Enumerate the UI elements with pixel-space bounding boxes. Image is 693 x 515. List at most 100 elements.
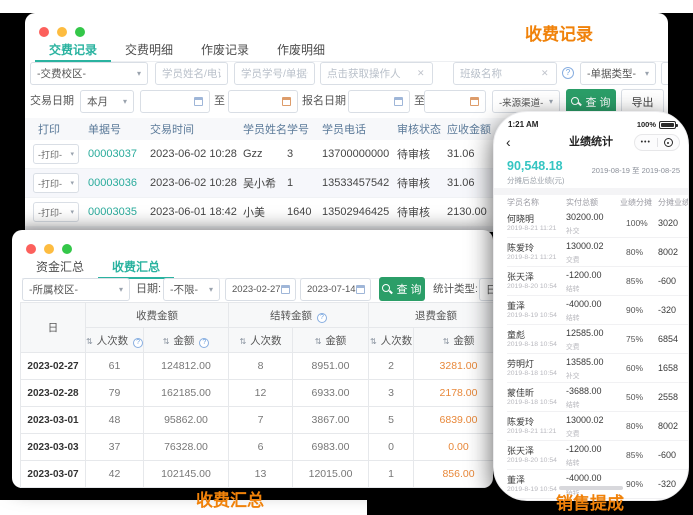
annotation-payment-records: 收费记录	[525, 20, 593, 45]
date-from-input[interactable]: 2023-02-27	[225, 278, 296, 301]
stat-type-select[interactable]: 日	[479, 278, 493, 301]
group-header-refund: 退费金额	[369, 303, 493, 328]
chevron-down-icon: ▾	[545, 97, 553, 106]
battery-percent: 100%	[637, 120, 656, 129]
campus-select[interactable]: -交费校区- ▾	[30, 62, 148, 85]
date-label: 日期:	[136, 278, 161, 301]
sort-header-count[interactable]: ⇅ 人次数 ?	[86, 328, 144, 353]
help-icon[interactable]: ?	[317, 313, 327, 323]
to-label: 至	[214, 90, 225, 113]
period-select[interactable]: 本月 ▾	[80, 90, 134, 113]
signup-date-label: 报名日期	[302, 90, 346, 113]
sort-header-amount[interactable]: ⇅ 金额	[293, 328, 369, 353]
calendar-icon	[394, 97, 403, 106]
table-row: 2023-02-27 61 124812.00 8 8951.00 2 3281…	[21, 353, 494, 380]
date-range[interactable]: 2019-08-19 至 2019-08-25	[592, 165, 680, 176]
sort-header-count[interactable]: ⇅ 人次数	[369, 328, 414, 353]
minimize-window-icon[interactable]	[44, 244, 54, 254]
phone-status-bar: 1:21 AM 100%	[508, 120, 676, 129]
receipt-link[interactable]: 00003035	[88, 206, 137, 218]
receipt-type-select[interactable]: -单据类型- ▾	[580, 62, 656, 85]
sort-icon: ⇅	[370, 337, 377, 346]
close-window-icon[interactable]	[26, 244, 36, 254]
calendar-icon	[281, 285, 290, 294]
col-header-day: 日	[21, 303, 86, 353]
date-range-select[interactable]: -不限- ▾	[163, 278, 220, 301]
sort-header-amount[interactable]: ⇅ 金额	[414, 328, 493, 353]
status-time: 1:21 AM	[508, 120, 538, 129]
bottom-left-white-margin	[0, 500, 367, 515]
sort-icon: ⇅	[86, 337, 93, 346]
print-select[interactable]: -打印- ▾	[33, 144, 79, 164]
tab-void-records[interactable]: 作废记录	[187, 39, 263, 62]
more-icon[interactable]: •••	[635, 135, 657, 150]
scene: 收费记录 交费记录 交费明细 作废记录 作废明细 -交费校区- ▾ ✕ ✕ ? …	[0, 0, 693, 515]
clear-icon[interactable]: ✕	[541, 68, 549, 79]
date-to-input[interactable]: 2023-07-14	[300, 278, 371, 301]
sort-header-amount[interactable]: ⇅ 金额 ?	[144, 328, 229, 353]
sort-icon: ⇅	[239, 337, 246, 346]
group-header-carryover: 结转金额 ?	[229, 303, 369, 328]
receipt-link[interactable]: 00003037	[88, 148, 137, 160]
tab-payment-records[interactable]: 交费记录	[35, 39, 111, 62]
signup-date-from-input[interactable]	[348, 90, 410, 113]
sort-header-count[interactable]: ⇅ 人次数	[229, 328, 293, 353]
student-name-phone-input[interactable]	[155, 62, 228, 85]
chevron-down-icon: ▾	[115, 285, 123, 294]
help-icon[interactable]: ?	[199, 338, 209, 348]
chevron-down-icon: ▾	[70, 150, 74, 158]
chevron-down-icon: ▾	[70, 179, 74, 187]
help-icon[interactable]: ?	[562, 67, 574, 79]
table-row: 2023-03-03 37 76328.00 6 6983.00 0 0.00	[21, 434, 494, 461]
close-window-icon[interactable]	[39, 27, 49, 37]
trade-date-from-input[interactable]	[140, 90, 210, 113]
calendar-icon	[282, 97, 291, 106]
stat-type-label: 统计类型:	[433, 278, 478, 301]
window-controls	[26, 244, 72, 254]
table-row: 2023-03-07 42 102145.00 13 12015.00 1 85…	[21, 461, 494, 488]
status-badge: 待审核	[397, 146, 430, 162]
tab-payment-details[interactable]: 交费明细	[111, 39, 187, 62]
calendar-icon	[470, 97, 479, 106]
list-item: 陈爱玲 2019-8-21 11:21 13000.02 交费 80% 8002	[494, 238, 688, 267]
status-badge: 待审核	[397, 175, 430, 191]
tab-void-details[interactable]: 作废明细	[263, 39, 339, 62]
list-item: 陈爱玲 2019-8-21 11:21 13000.02 交费 80% 8002	[494, 412, 688, 441]
table-row: 2023-03-01 48 95862.00 7 3867.00 5 6839.…	[21, 407, 494, 434]
phone-mockup: 1:21 AM 100% ‹ 业绩统计 ••• 90,548.18 分摊后总业绩…	[493, 111, 689, 501]
tab-fund-summary[interactable]: 资金汇总	[22, 256, 98, 279]
section-divider	[494, 188, 688, 195]
tab-payment-summary[interactable]: 收费汇总	[98, 256, 174, 279]
chevron-down-icon: ▾	[119, 97, 127, 106]
maximize-window-icon[interactable]	[75, 27, 85, 37]
print-select[interactable]: -打印- ▾	[33, 202, 79, 222]
battery-icon	[659, 121, 676, 129]
minimize-window-icon[interactable]	[57, 27, 67, 37]
close-circle-icon[interactable]	[658, 138, 680, 147]
list-item: 张天泽 2019-8-20 10:54 -1200.00 结转 85% -600	[494, 267, 688, 296]
total-performance-value: 90,548.18	[507, 159, 563, 173]
chevron-down-icon: ▾	[205, 285, 213, 294]
query-button[interactable]: 查 询	[379, 277, 425, 301]
clear-icon[interactable]: ✕	[417, 68, 425, 79]
student-id-receipt-input[interactable]	[234, 62, 315, 85]
list-item: 蒙佳昕 2019-8-18 10:54 -3688.00 结转 50% 2558	[494, 383, 688, 412]
maximize-window-icon[interactable]	[62, 244, 72, 254]
signup-date-to-input[interactable]	[424, 90, 486, 113]
list-item: 何晓明 2019-8-21 11:21 30200.00 补交 100% 302…	[494, 209, 688, 238]
window2-tabbar: 资金汇总 收费汇总	[22, 256, 493, 279]
sort-icon: ⇅	[443, 337, 450, 346]
truncated-select[interactable]	[661, 62, 668, 85]
receipt-link[interactable]: 00003036	[88, 177, 137, 189]
trade-date-to-input[interactable]	[228, 90, 298, 113]
help-icon[interactable]: ?	[133, 338, 143, 348]
source-channel-select[interactable]: -来源渠道- ▾	[492, 90, 560, 113]
sort-icon: ⇅	[315, 337, 322, 346]
window-controls	[39, 27, 85, 37]
campus-select[interactable]: -所属校区- ▾	[22, 278, 130, 301]
calendar-icon	[356, 285, 365, 294]
print-select[interactable]: -打印- ▾	[33, 173, 79, 193]
search-icon	[571, 97, 581, 107]
annotation-payment-summary: 收费汇总	[196, 486, 264, 511]
status-badge: 待审核	[397, 204, 430, 220]
